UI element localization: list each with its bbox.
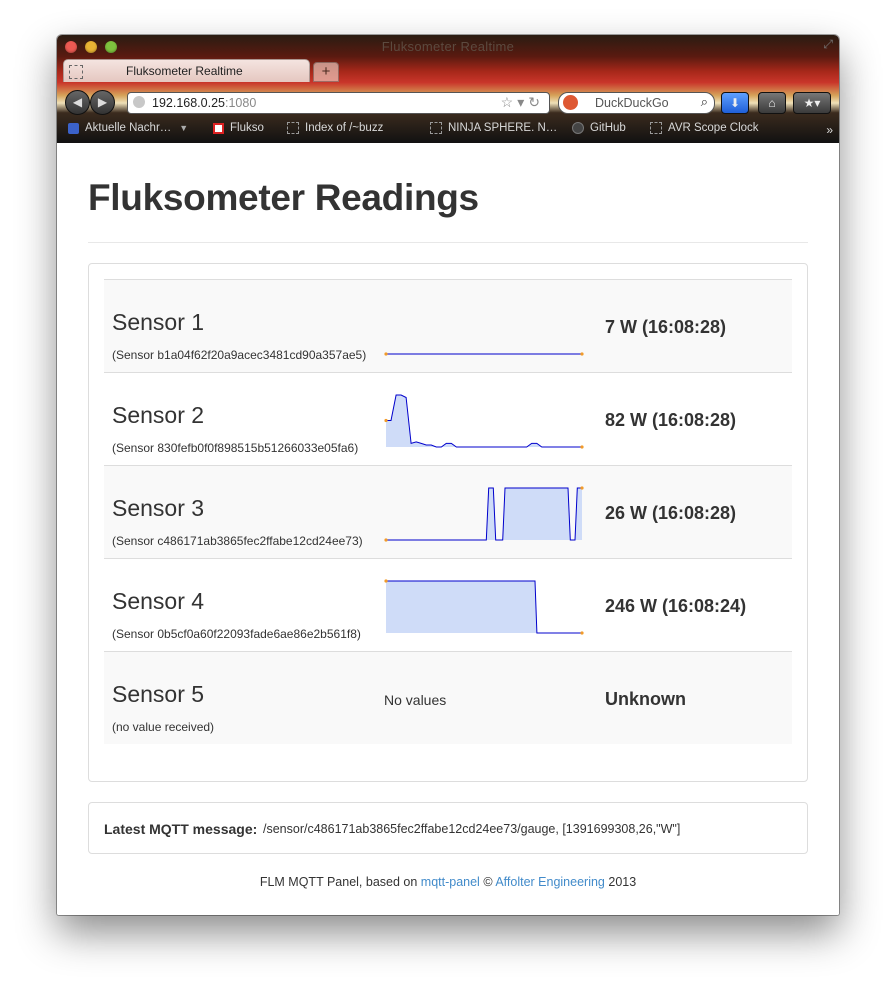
sparkline-area — [386, 581, 582, 633]
url-port: :1080 — [225, 96, 257, 110]
sensor-id: (Sensor 0b5cf0a60f22093fade6ae86e2b561f8… — [112, 627, 361, 641]
forward-button[interactable]: ▶ — [90, 90, 115, 115]
footer-suffix: 2013 — [604, 875, 637, 889]
search-placeholder: DuckDuckGo — [595, 96, 669, 110]
url-bar[interactable]: 192.168.0.25:1080 ☆▾↻ — [127, 92, 550, 114]
sparkline-endpoint — [580, 352, 584, 356]
browser-window: Fluksometer Realtime ⤢ Fluksometer Realt… — [57, 35, 839, 915]
page-icon — [287, 122, 299, 134]
more-bookmarks-icon[interactable]: » — [826, 123, 833, 137]
no-values-text: No values — [384, 692, 447, 708]
rss-icon — [68, 122, 79, 134]
sensor-row-2: Sensor 2 (Sensor 830fefb0f0f898515b51266… — [104, 373, 792, 466]
sparkline-endpoint — [384, 579, 388, 583]
bookmark-index-of-buzz[interactable]: Index of /~buzz — [287, 122, 383, 134]
page-title: Fluksometer Readings — [88, 177, 479, 218]
sensor-value: Unknown — [605, 689, 686, 709]
affolter-engineering-link[interactable]: Affolter Engineering — [495, 875, 605, 889]
tab-fluksometer[interactable]: Fluksometer Realtime — [63, 59, 310, 82]
sparkline-sensor-4 — [384, 579, 584, 635]
sensor-row-4: Sensor 4 (Sensor 0b5cf0a60f22093fade6ae8… — [104, 559, 792, 652]
home-icon[interactable]: ⌂ — [758, 92, 786, 114]
page-favicon-icon — [69, 65, 83, 79]
sparkline-endpoint — [384, 538, 388, 542]
downloads-icon[interactable]: ⬇ — [721, 92, 749, 114]
bookmark-github[interactable]: GitHub — [572, 122, 626, 134]
flukso-icon — [213, 122, 224, 134]
sparkline-endpoint — [580, 486, 584, 490]
page-icon — [650, 122, 662, 134]
bookmark-aktuelle-nachrichten[interactable]: Aktuelle Nachr… ▼ — [68, 122, 188, 134]
reload-icon[interactable]: ↻ — [528, 94, 544, 110]
bookmark-avr-scope-clock[interactable]: AVR Scope Clock — [650, 122, 759, 134]
globe-icon — [133, 96, 145, 108]
sensor-id: (no value received) — [112, 720, 215, 734]
sensor-name: Sensor 1 — [112, 309, 205, 335]
sparkline-area — [386, 395, 582, 447]
sensor-id: (Sensor c486171ab3865fec2ffabe12cd24ee73… — [112, 534, 363, 548]
page-footer: FLM MQTT Panel, based on mqtt-panel © Af… — [57, 875, 839, 889]
sparkline-endpoint — [580, 631, 584, 635]
mqtt-message-panel: Latest MQTT message: /sensor/c486171ab38… — [88, 802, 808, 854]
mqtt-message: /sensor/c486171ab3865fec2ffabe12cd24ee73… — [263, 822, 681, 836]
bookmarks-toolbar: Aktuelle Nachr… ▼ Flukso Index of /~buzz … — [57, 119, 839, 141]
sensor-name: Sensor 2 — [112, 402, 205, 428]
sparkline-endpoint — [384, 352, 388, 356]
url-dropdown-icon[interactable]: ▾ — [517, 94, 528, 110]
search-icon[interactable]: ⌕ — [701, 94, 708, 110]
url-text[interactable]: 192.168.0.25:1080 — [152, 96, 256, 110]
bookmark-flukso[interactable]: Flukso — [213, 122, 264, 134]
sparkline-sensor-1 — [384, 352, 584, 356]
sensor-name: Sensor 3 — [112, 495, 205, 521]
title-divider — [88, 242, 808, 243]
sensor-panel: Sensor 1 (Sensor b1a04f62f20a9acec3481cd… — [88, 263, 808, 782]
search-bar[interactable]: DuckDuckGo ⌕ — [558, 92, 715, 114]
sensor-row-5: Sensor 5 (no value received) No values U… — [104, 652, 792, 744]
sparkline-sensor-3 — [384, 486, 584, 542]
page-icon — [430, 122, 442, 134]
fullscreen-icon[interactable]: ⤢ — [823, 37, 833, 52]
back-button[interactable]: ◀ — [65, 90, 90, 115]
page-content: Fluksometer Readings Sensor 1 (Sensor b1… — [57, 143, 839, 915]
sensor-id: (Sensor 830fefb0f0f898515b51266033e05fa6… — [112, 441, 359, 455]
sensor-value: 26 W (16:08:28) — [605, 503, 737, 523]
sparkline-line — [386, 394, 582, 448]
mqtt-label: Latest MQTT message: — [104, 821, 258, 837]
footer-prefix: FLM MQTT Panel, based on — [259, 875, 421, 889]
sparkline-sensor-2 — [384, 394, 584, 449]
sensor-table: Sensor 1 (Sensor b1a04f62f20a9acec3481cd… — [104, 279, 792, 744]
sensor-value: 7 W (16:08:28) — [605, 317, 727, 337]
sensor-value: 246 W (16:08:24) — [605, 596, 747, 616]
bookmarks-menu-icon[interactable]: ★▾ — [793, 92, 831, 114]
sparkline-area — [386, 488, 582, 540]
sensor-row-3: Sensor 3 (Sensor c486171ab3865fec2ffabe1… — [104, 466, 792, 559]
sensor-id: (Sensor b1a04f62f20a9acec3481cd90a357ae5… — [112, 348, 367, 362]
url-host: 192.168.0.25 — [152, 96, 225, 110]
bookmark-ninja-sphere[interactable]: NINJA SPHERE. N… — [430, 122, 557, 134]
new-tab-button[interactable]: + — [313, 62, 339, 82]
chevron-down-icon: ▼ — [179, 123, 189, 133]
browser-chrome: Fluksometer Realtime ⤢ Fluksometer Realt… — [57, 35, 839, 143]
star-bookmark-icon[interactable]: ☆ — [501, 94, 518, 110]
github-icon — [572, 122, 584, 134]
window-title: Fluksometer Realtime — [381, 39, 515, 54]
sensor-row-1: Sensor 1 (Sensor b1a04f62f20a9acec3481cd… — [104, 280, 792, 373]
footer-middle: © — [479, 875, 496, 889]
duckduckgo-icon[interactable] — [563, 95, 578, 110]
sparkline-endpoint — [580, 445, 584, 449]
tab-title: Fluksometer Realtime — [126, 64, 243, 78]
sensor-name: Sensor 5 — [112, 681, 205, 707]
sparkline-endpoint — [384, 418, 388, 423]
sensor-name: Sensor 4 — [112, 588, 205, 614]
mqtt-panel-link[interactable]: mqtt-panel — [421, 875, 480, 889]
sensor-value: 82 W (16:08:28) — [605, 410, 737, 430]
